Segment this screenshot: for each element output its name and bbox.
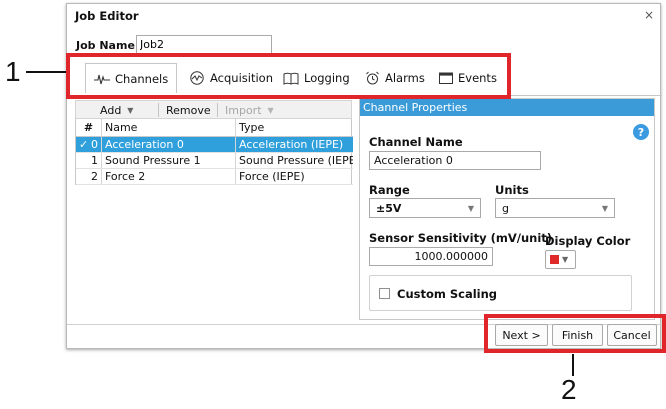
color-swatch: [550, 255, 559, 264]
callout-1-label: 1: [5, 56, 21, 87]
dialog-titlebar: Job Editor ×: [67, 4, 660, 28]
units-label: Units: [495, 183, 529, 197]
callout-2-leader-line: [572, 354, 574, 376]
dialog-title: Job Editor: [75, 9, 139, 23]
range-label: Range: [369, 183, 410, 197]
row-number-cell: 2: [76, 169, 102, 184]
range-select-value: ±5V: [376, 201, 402, 215]
chevron-down-icon: ▼: [562, 255, 569, 264]
channel-table: # Name Type ✓ 0 Acceleration 0 Accelerat…: [75, 119, 353, 185]
custom-scaling-group: Custom Scaling: [369, 275, 632, 311]
units-select-value: g: [502, 201, 509, 215]
custom-scaling-checkbox[interactable]: [379, 288, 390, 299]
chevron-down-icon: ▼: [601, 203, 608, 213]
row-name-cell: Acceleration 0: [102, 137, 236, 152]
remove-button-label: Remove: [166, 103, 211, 117]
import-button-label: Import: [225, 103, 262, 117]
checkmark-icon: ✓: [79, 138, 89, 151]
channel-name-label: Channel Name: [369, 135, 463, 149]
column-header-name[interactable]: Name: [102, 119, 236, 136]
channel-properties-header: Channel Properties: [360, 99, 654, 116]
units-select[interactable]: g ▼: [495, 198, 615, 218]
import-button[interactable]: Import ▼: [225, 102, 274, 118]
sensor-sensitivity-field[interactable]: 1000.000000: [369, 247, 493, 266]
toolbar-separator: [217, 103, 218, 117]
add-dropdown-caret-icon: ▼: [127, 105, 134, 115]
help-icon[interactable]: ?: [633, 124, 649, 140]
tabs-highlight-box: [66, 53, 511, 99]
remove-button[interactable]: Remove: [166, 102, 211, 118]
row-number-cell: ✓ 0: [76, 137, 102, 152]
row-type-cell: Force (IEPE): [239, 170, 305, 183]
sensor-sensitivity-label: Sensor Sensitivity (mV/unit): [369, 231, 553, 245]
row-number-cell: 1: [76, 153, 102, 168]
row-name-cell: Force 2: [102, 169, 236, 184]
channel-name-field[interactable]: Acceleration 0: [369, 151, 541, 170]
job-name-label: Job Name: [76, 39, 135, 52]
toolbar-separator: [158, 103, 159, 117]
row-name-cell: Sound Pressure 1: [102, 153, 236, 168]
chevron-down-icon: ▼: [467, 203, 474, 213]
table-row[interactable]: ✓ 0 Acceleration 0 Acceleration (IEPE): [76, 137, 353, 153]
import-dropdown-caret-icon: ▼: [267, 105, 274, 115]
range-select[interactable]: ±5V ▼: [369, 198, 481, 218]
custom-scaling-label: Custom Scaling: [397, 287, 498, 301]
table-header-row: # Name Type: [76, 119, 353, 137]
row-type-cell: Sound Pressure (IEPE): [239, 154, 353, 167]
column-header-type[interactable]: Type: [236, 119, 353, 136]
table-row[interactable]: 1 Sound Pressure 1 Sound Pressure (IEPE): [76, 153, 353, 169]
close-icon[interactable]: ×: [644, 8, 654, 22]
job-name-input[interactable]: [136, 35, 272, 54]
display-color-label: Display Color: [545, 234, 631, 248]
add-button[interactable]: Add ▼: [100, 102, 133, 118]
add-button-label: Add: [100, 103, 122, 117]
row-type-cell: Acceleration (IEPE): [239, 138, 344, 151]
buttons-highlight-box: [484, 314, 666, 353]
callout-2-label: 2: [561, 374, 577, 405]
channel-toolbar: Add ▼ Remove Import ▼: [75, 100, 352, 119]
row-number: 1: [91, 154, 98, 167]
table-row[interactable]: 2 Force 2 Force (IEPE): [76, 169, 353, 185]
row-number: 2: [91, 170, 98, 183]
channel-properties-panel: Channel Properties ? Channel Name Accele…: [359, 98, 655, 320]
column-header-number[interactable]: #: [76, 119, 102, 136]
row-number: 0: [91, 138, 98, 151]
display-color-picker[interactable]: ▼: [545, 250, 576, 269]
